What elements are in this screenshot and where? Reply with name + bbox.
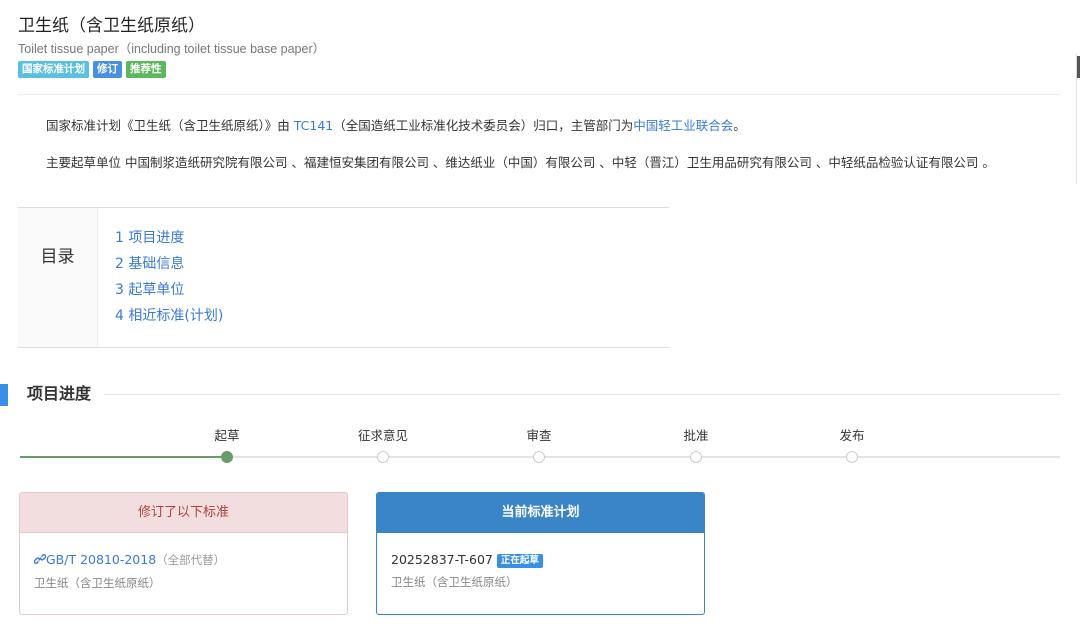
step-label: 批准 (683, 428, 709, 443)
page-header: 卫生纸（含卫生纸原纸） Toilet tissue paper（includin… (18, 14, 1062, 78)
progress-fill (20, 456, 227, 458)
step-review[interactable]: 审查 (499, 426, 579, 463)
status-badge: 正在起草 (496, 554, 543, 568)
link-icon (33, 552, 47, 570)
revised-standards-card: 修订了以下标准 GB/T 20810-2018（全部代替） 卫生纸（含卫生纸原纸… (19, 492, 348, 615)
tag-revision[interactable]: 修订 (93, 61, 122, 78)
replace-note: （全部代替） (156, 553, 226, 567)
revised-card-header: 修订了以下标准 (20, 493, 347, 533)
revised-standard-name: 卫生纸（含卫生纸原纸） (34, 576, 161, 590)
plan-number[interactable]: 20252837-T-607 (391, 552, 493, 567)
step-publish[interactable]: 发布 (812, 426, 892, 463)
current-card-body: 20252837-T-607 正在起草 卫生纸（含卫生纸原纸） (377, 533, 704, 591)
plan-description: 国家标准计划《卫生纸（含卫生纸原纸）》由 TC141（全国造纸工业标准化技术委员… (46, 117, 746, 135)
toc-item-drafting-units[interactable]: 3 起草单位 (115, 277, 223, 303)
desc-text-suffix: 。 (733, 118, 746, 133)
tag-group: 国家标准计划 修订 推荐性 (18, 61, 1062, 78)
section-divider (104, 394, 1060, 395)
current-plan-card: 当前标准计划 20252837-T-607 正在起草 卫生纸（含卫生纸原纸） (376, 492, 705, 615)
tag-recommended[interactable]: 推荐性 (126, 61, 166, 78)
progress-steps: 起草 征求意见 审查 批准 发布 (20, 426, 1060, 466)
current-card-header: 当前标准计划 (377, 493, 704, 533)
toc-list: 1 项目进度 2 基础信息 3 起草单位 4 相近标准(计划) (98, 208, 223, 347)
toc-item-related-standards[interactable]: 4 相近标准(计划) (115, 303, 223, 329)
current-plan-row: 20252837-T-607 正在起草 (391, 551, 690, 569)
step-consultation[interactable]: 征求意见 (343, 426, 423, 463)
step-label: 发布 (839, 428, 865, 443)
revised-standard-link[interactable]: GB/T 20810-2018 (46, 552, 156, 567)
department-link[interactable]: 中国轻工业联合会 (633, 118, 733, 133)
desc-text-mid: （全国造纸工业标准化技术委员会）归口，主管部门为 (333, 118, 634, 133)
table-of-contents: 目录 1 项目进度 2 基础信息 3 起草单位 4 相近标准(计划) (18, 207, 669, 348)
toc-item-basic-info[interactable]: 2 基础信息 (115, 251, 223, 277)
page-subtitle: Toilet tissue paper（including toilet tis… (18, 42, 326, 56)
step-dot (846, 451, 858, 463)
step-label: 征求意见 (357, 428, 408, 443)
step-label: 起草 (214, 428, 240, 443)
tag-national-plan[interactable]: 国家标准计划 (18, 61, 89, 78)
drafting-units: 主要起草单位 中国制浆造纸研究院有限公司 、福建恒安集团有限公司 、维达纸业（中… (46, 155, 995, 170)
header-divider (18, 94, 1060, 95)
step-dot (533, 451, 545, 463)
toc-title: 目录 (18, 208, 98, 347)
step-dot (377, 451, 389, 463)
step-approval[interactable]: 批准 (656, 426, 736, 463)
tc-link[interactable]: TC141 (294, 118, 334, 133)
section-title-progress: 项目进度 (27, 384, 92, 403)
step-dot (221, 451, 233, 463)
section-marker (0, 384, 8, 406)
step-label: 审查 (526, 428, 552, 443)
page-title: 卫生纸（含卫生纸原纸） (18, 16, 205, 36)
desc-text-prefix: 国家标准计划《卫生纸（含卫生纸原纸）》由 (46, 118, 294, 133)
step-drafting[interactable]: 起草 (187, 426, 267, 463)
revised-standard-row: GB/T 20810-2018（全部代替） (33, 551, 333, 570)
step-dot (690, 451, 702, 463)
toc-item-progress[interactable]: 1 项目进度 (115, 225, 223, 251)
revised-card-body: GB/T 20810-2018（全部代替） 卫生纸（含卫生纸原纸） (20, 533, 347, 592)
current-plan-name: 卫生纸（含卫生纸原纸） (391, 575, 518, 589)
